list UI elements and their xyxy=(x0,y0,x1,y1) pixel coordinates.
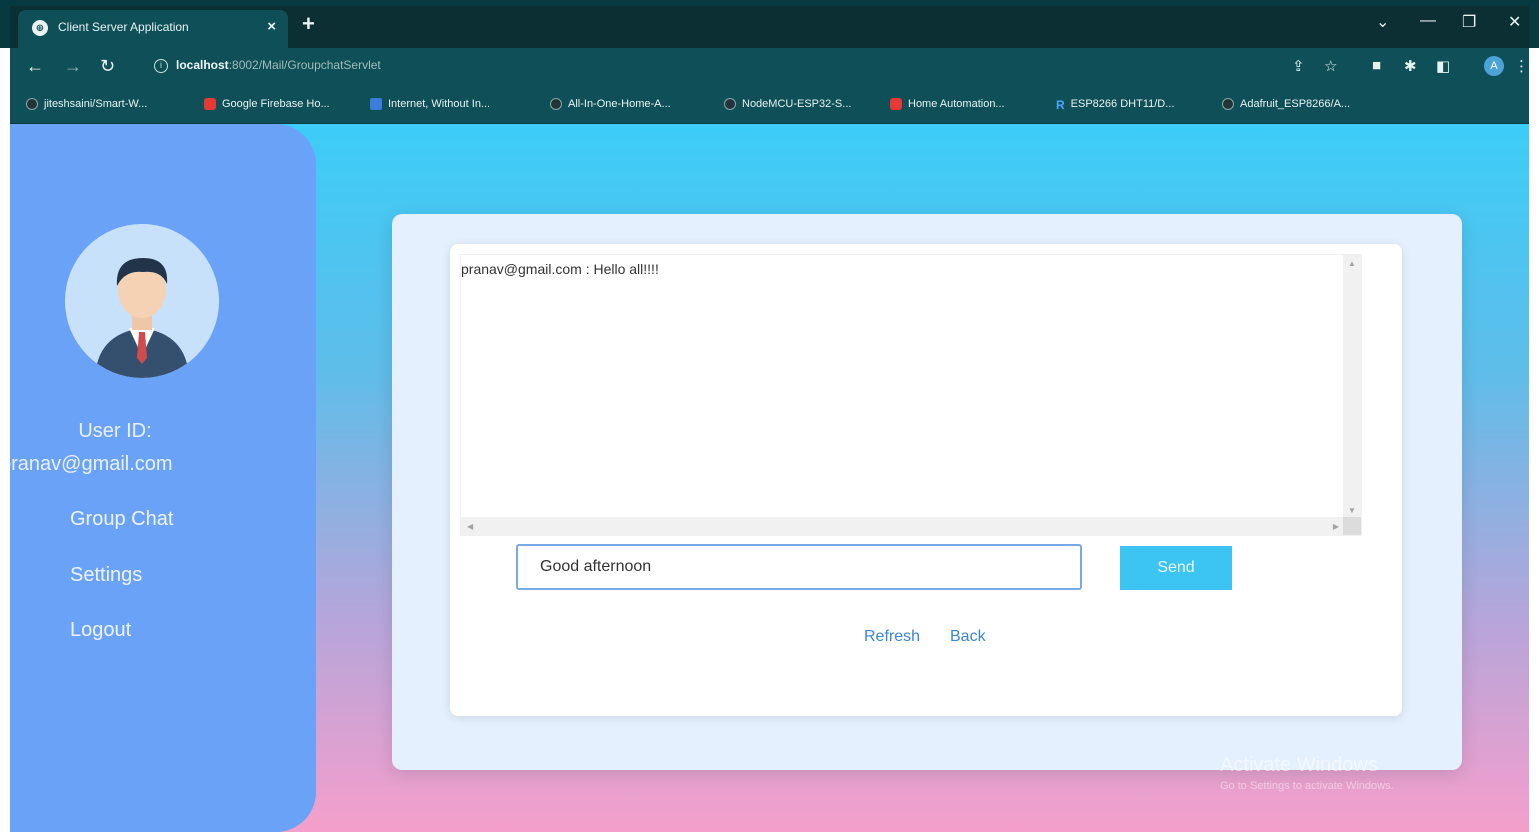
activate-windows-subtitle: Go to Settings to activate Windows. xyxy=(1220,780,1394,792)
bookmark-item[interactable]: Home Automation... xyxy=(890,98,1005,110)
r-icon: R xyxy=(1056,98,1065,112)
scroll-left-icon[interactable]: ◀ xyxy=(467,522,473,531)
profile-avatar-icon[interactable]: A xyxy=(1484,56,1504,76)
bookmark-item[interactable]: jiteshsaini/Smart-W... xyxy=(26,98,147,110)
bookmark-item[interactable]: NodeMCU-ESP32-S... xyxy=(724,98,851,110)
activate-windows-title: Activate Windows xyxy=(1220,754,1378,776)
page-icon xyxy=(370,98,382,110)
close-window-icon[interactable]: ✕ xyxy=(1508,12,1521,32)
restore-icon[interactable]: ❐ xyxy=(1462,12,1476,32)
site-info-icon[interactable]: i xyxy=(154,59,168,73)
send-button[interactable]: Send xyxy=(1120,546,1232,590)
youtube-icon xyxy=(204,98,216,110)
sidebar: User ID: pranav@gmail.com Group Chat Set… xyxy=(10,124,316,832)
side-panel-icon[interactable]: ◧ xyxy=(1436,57,1450,75)
browser-tabstrip: ⊕ Client Server Application × + ⌄ — ❐ ✕ xyxy=(0,0,1539,48)
menu-item-settings[interactable]: Settings xyxy=(70,564,142,587)
back-arrow-icon[interactable]: ← xyxy=(26,56,44,76)
bookmarks-bar: jiteshsaini/Smart-W... Google Firebase H… xyxy=(10,86,1529,124)
address-bar[interactable]: localhost:8002/Mail/GroupchatServlet xyxy=(176,58,381,72)
star-icon[interactable]: ☆ xyxy=(1324,57,1337,75)
chat-card: pranav@gmail.com : Hello all!!!! ▲ ▼ ◀ ▶… xyxy=(450,244,1402,716)
bookmark-item[interactable]: Google Firebase Ho... xyxy=(204,98,330,110)
scroll-corner xyxy=(1343,517,1361,535)
chat-messages-area[interactable]: pranav@gmail.com : Hello all!!!! ▲ ▼ ◀ ▶ xyxy=(460,254,1362,536)
github-icon xyxy=(724,98,736,110)
back-link[interactable]: Back xyxy=(950,628,986,646)
scroll-up-icon[interactable]: ▲ xyxy=(1348,259,1356,268)
scroll-right-icon[interactable]: ▶ xyxy=(1333,522,1339,531)
refresh-link[interactable]: Refresh xyxy=(864,628,920,646)
github-icon xyxy=(26,98,38,110)
user-avatar xyxy=(65,224,219,378)
new-tab-icon[interactable]: + xyxy=(302,13,315,35)
menu-item-logout[interactable]: Logout xyxy=(70,619,131,642)
bookmark-item[interactable]: Adafruit_ESP8266/A... xyxy=(1222,98,1350,110)
tab-title: Client Server Application xyxy=(58,20,189,34)
github-icon xyxy=(550,98,562,110)
page-viewport: User ID: pranav@gmail.com Group Chat Set… xyxy=(10,124,1529,832)
horizontal-scrollbar[interactable]: ◀ ▶ xyxy=(461,517,1345,535)
bookmark-item[interactable]: R ESP8266 DHT11/D... xyxy=(1056,98,1174,112)
github-icon xyxy=(1222,98,1234,110)
chat-card-outer: pranav@gmail.com : Hello all!!!! ▲ ▼ ◀ ▶… xyxy=(392,214,1462,770)
url-path: :8002/Mail/GroupchatServlet xyxy=(228,58,381,72)
forward-arrow-icon[interactable]: → xyxy=(64,56,82,76)
share-icon[interactable]: ⇪ xyxy=(1292,57,1305,75)
bookmark-item[interactable]: All-In-One-Home-A... xyxy=(550,98,671,110)
user-id-label: User ID: xyxy=(78,420,152,442)
tab-close-icon[interactable]: × xyxy=(267,18,276,35)
kebab-menu-icon[interactable]: ⋮ xyxy=(1514,57,1529,75)
bookmark-item[interactable]: Internet, Without In... xyxy=(370,98,490,110)
user-id-value: pranav@gmail.com xyxy=(10,453,173,475)
menu-item-group-chat[interactable]: Group Chat xyxy=(70,508,173,531)
reload-icon[interactable]: ↻ xyxy=(100,56,115,76)
chat-message: pranav@gmail.com : Hello all!!!! xyxy=(461,261,659,277)
vertical-scrollbar[interactable]: ▲ ▼ xyxy=(1343,255,1361,519)
message-input[interactable] xyxy=(516,544,1082,590)
browser-toolbar: ← → ↻ i localhost:8002/Mail/GroupchatSer… xyxy=(10,48,1529,86)
scroll-down-icon[interactable]: ▼ xyxy=(1348,506,1356,515)
browser-tab[interactable]: ⊕ Client Server Application × xyxy=(18,10,288,48)
url-host: localhost xyxy=(176,58,229,72)
minimize-icon[interactable]: — xyxy=(1420,12,1436,30)
tab-search-icon[interactable]: ⌄ xyxy=(1376,12,1389,32)
youtube-icon xyxy=(890,98,902,110)
globe-icon: ⊕ xyxy=(32,20,48,36)
user-avatar-illustration xyxy=(65,224,219,378)
extension-icon[interactable]: ■ xyxy=(1372,57,1381,74)
puzzle-icon[interactable]: ✱ xyxy=(1404,57,1417,75)
